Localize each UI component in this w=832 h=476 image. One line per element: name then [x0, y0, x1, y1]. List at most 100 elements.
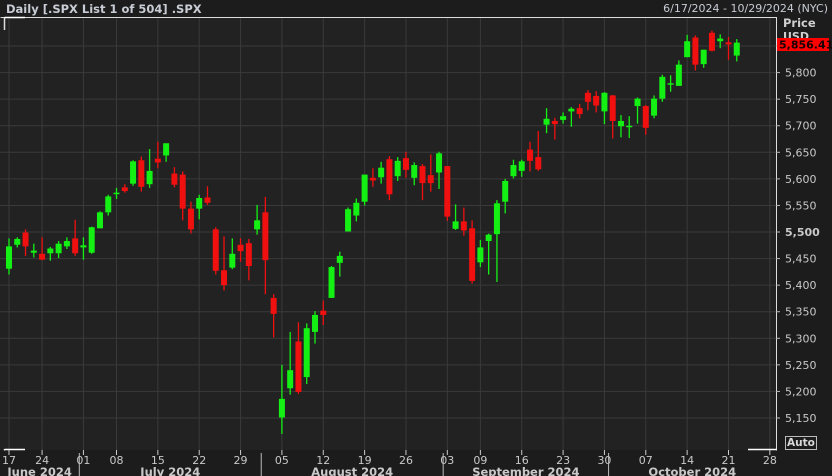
candle-2024-10-09 — [659, 74, 666, 102]
candle-body — [510, 165, 517, 177]
candle-body — [568, 108, 575, 112]
month-label: October 2024 — [648, 465, 736, 476]
candle-body — [733, 42, 740, 56]
candle-body — [684, 41, 691, 58]
candle-body — [708, 32, 715, 51]
candlestick-chart[interactable]: Price USD 5,1505,2005,2505,3005,3505,400… — [0, 0, 832, 476]
candle-body — [88, 227, 95, 253]
month-label: June 2024 — [6, 465, 71, 476]
candle-2024-09-03 — [444, 166, 451, 221]
candle-body — [700, 49, 707, 65]
candle-body — [576, 108, 583, 115]
candle-body — [204, 197, 211, 203]
candle-body — [717, 38, 724, 42]
candle-body — [121, 187, 128, 192]
price-tick-label: 5,250 — [785, 359, 817, 372]
price-tick-label: 5,450 — [785, 253, 817, 266]
date-tick-label: 29 — [234, 454, 248, 467]
candle-body — [601, 92, 608, 112]
last-price-label: 5,856.41 — [779, 39, 832, 52]
candle-body — [551, 120, 558, 125]
candle-body — [345, 209, 352, 232]
price-tick-label: 5,200 — [785, 385, 817, 398]
candle-body — [138, 160, 145, 187]
candle-2024-10-17 — [708, 30, 715, 52]
candle-body — [485, 234, 492, 242]
time-axis[interactable]: 17 24 01 08 15 22 29 05 12 19 26 03 09 16 23 30 07 14 21 28… — [2, 450, 777, 476]
candle-body — [436, 153, 443, 173]
candle-2024-08-08 — [303, 323, 310, 384]
candle-body — [651, 98, 658, 116]
candle-body — [609, 95, 616, 121]
candle-body — [229, 253, 236, 268]
candle-2024-10-08 — [651, 95, 658, 119]
candle-body — [659, 76, 666, 99]
candle-body — [287, 370, 294, 389]
candle-body — [593, 95, 600, 106]
candle-2024-07-11 — [138, 156, 145, 192]
candle-body — [411, 165, 418, 178]
candle-body — [328, 267, 335, 298]
date-tick-label: 01 — [76, 454, 90, 467]
candle-2024-08-15 — [345, 207, 352, 232]
candle-body — [130, 161, 137, 184]
price-tick-label: 5,600 — [785, 173, 817, 186]
candle-2024-07-02 — [88, 226, 95, 254]
candle-body — [295, 341, 302, 392]
date-tick-label: 03 — [440, 454, 454, 467]
candle-body — [675, 64, 682, 86]
date-tick-label: 05 — [275, 454, 289, 467]
auto-scale-button[interactable]: Auto — [785, 436, 817, 450]
price-tick-label: 5,700 — [785, 120, 817, 133]
last-price-marker: 5,856.41 — [777, 38, 832, 52]
candle-2024-07-10 — [130, 160, 137, 186]
candle-body — [154, 158, 161, 163]
candle-body — [361, 174, 368, 202]
candle-body — [113, 192, 120, 195]
candle-body — [502, 180, 509, 202]
candle-body — [47, 248, 54, 254]
date-tick-label: 28 — [763, 454, 777, 467]
price-tick-label: 5,300 — [785, 332, 817, 345]
candle-body — [163, 143, 170, 156]
candle-body — [444, 166, 451, 217]
candle-body — [171, 173, 178, 185]
price-tick-label: 5,800 — [785, 67, 817, 80]
candle-body — [30, 250, 37, 253]
candle-body — [626, 125, 633, 128]
candle-body — [262, 212, 269, 261]
month-label: July 2024 — [139, 465, 200, 476]
candle-body — [419, 166, 426, 184]
candle-body — [72, 238, 79, 254]
date-tick-label: 08 — [110, 454, 124, 467]
candle-body — [96, 212, 103, 229]
candle-2024-08-22 — [386, 156, 393, 201]
candle-body — [634, 98, 641, 107]
price-axis[interactable]: Price USD 5,1505,2005,2505,3005,3505,400… — [776, 16, 820, 425]
candle-body — [63, 241, 70, 247]
candle-body — [725, 42, 732, 45]
candle-body — [105, 196, 112, 213]
price-tick-label: 5,750 — [785, 93, 817, 106]
candle-body — [221, 270, 228, 286]
candle-body — [270, 297, 277, 314]
candle-body — [386, 159, 393, 195]
candle-body — [642, 106, 649, 128]
price-tick-label: 5,150 — [785, 412, 817, 425]
candle-body — [179, 174, 186, 209]
candle-body — [560, 116, 567, 120]
price-tick-label: 5,650 — [785, 146, 817, 159]
candle-2024-09-06 — [469, 220, 476, 284]
candle-body — [196, 198, 203, 209]
candle-2024-08-13 — [328, 266, 335, 298]
month-label: September 2024 — [472, 465, 579, 476]
candle-body — [55, 243, 62, 254]
candle-2024-08-19 — [361, 174, 368, 206]
candle-body — [254, 220, 261, 230]
candle-body — [39, 253, 46, 260]
candle-body — [394, 160, 401, 177]
candle-body — [369, 177, 376, 181]
candle-body — [6, 246, 12, 269]
candle-body — [402, 158, 409, 170]
candle-body — [353, 202, 360, 216]
